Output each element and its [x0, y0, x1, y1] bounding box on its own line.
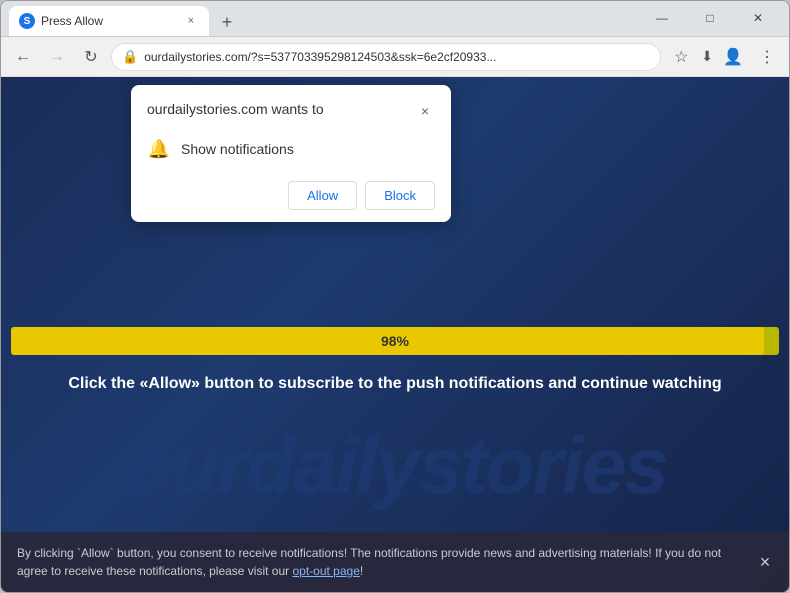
bell-icon: 🔔: [147, 137, 171, 161]
instruction-text: Click the «Allow» button to subscribe to…: [11, 365, 779, 403]
bottom-bar-text: By clicking `Allow` button, you consent …: [17, 544, 749, 580]
bookmark-star-icon[interactable]: ☆: [667, 43, 695, 71]
new-tab-button[interactable]: +: [213, 8, 241, 36]
tab-favicon: S: [19, 13, 35, 29]
close-window-button[interactable]: ✕: [735, 3, 781, 33]
maximize-button[interactable]: □: [687, 3, 733, 33]
nav-bar: ← → ↻ 🔒 ourdailystories.com/?s=537703395…: [1, 37, 789, 77]
back-button[interactable]: ←: [9, 43, 37, 71]
refresh-button[interactable]: ↻: [77, 43, 105, 71]
bottom-notification-bar: By clicking `Allow` button, you consent …: [1, 532, 789, 592]
dialog-header: ourdailystories.com wants to ×: [147, 101, 435, 121]
address-text: ourdailystories.com/?s=53770339529812450…: [144, 50, 650, 64]
bg-watermark: ourdailystories: [1, 420, 789, 512]
dialog-actions: Allow Block: [147, 181, 435, 210]
title-bar: S Press Allow × + — □ ✕: [1, 1, 789, 37]
browser-menu-button[interactable]: ⋮: [753, 43, 781, 71]
permission-row: 🔔 Show notifications: [147, 133, 435, 165]
allow-button[interactable]: Allow: [288, 181, 357, 210]
notification-permission-dialog: ourdailystories.com wants to × 🔔 Show no…: [131, 85, 451, 222]
minimize-button[interactable]: —: [639, 3, 685, 33]
progress-bar-container: 98%: [11, 327, 779, 355]
forward-button[interactable]: →: [43, 43, 71, 71]
lock-icon: 🔒: [122, 49, 138, 65]
dialog-title: ourdailystories.com wants to: [147, 101, 324, 117]
tab-close-button[interactable]: ×: [183, 13, 199, 29]
account-icon[interactable]: 👤: [719, 43, 747, 71]
browser-window: S Press Allow × + — □ ✕ ← → ↻ 🔒 ourdaily…: [0, 0, 790, 593]
bottom-bar-close-button[interactable]: ×: [753, 550, 777, 574]
block-button[interactable]: Block: [365, 181, 435, 210]
permission-label: Show notifications: [181, 141, 294, 157]
tab-title: Press Allow: [41, 14, 177, 28]
page-content: ourdailystories ourdailystories.com want…: [1, 77, 789, 592]
tab-area: S Press Allow × +: [9, 1, 639, 36]
window-controls: — □ ✕: [639, 3, 781, 35]
address-bar[interactable]: 🔒 ourdailystories.com/?s=537703395298124…: [111, 43, 661, 71]
opt-out-link[interactable]: opt-out page: [292, 564, 359, 578]
progress-text: 98%: [381, 333, 409, 349]
dialog-close-button[interactable]: ×: [415, 101, 435, 121]
active-tab[interactable]: S Press Allow ×: [9, 6, 209, 36]
download-icon[interactable]: ⬇: [701, 48, 713, 65]
